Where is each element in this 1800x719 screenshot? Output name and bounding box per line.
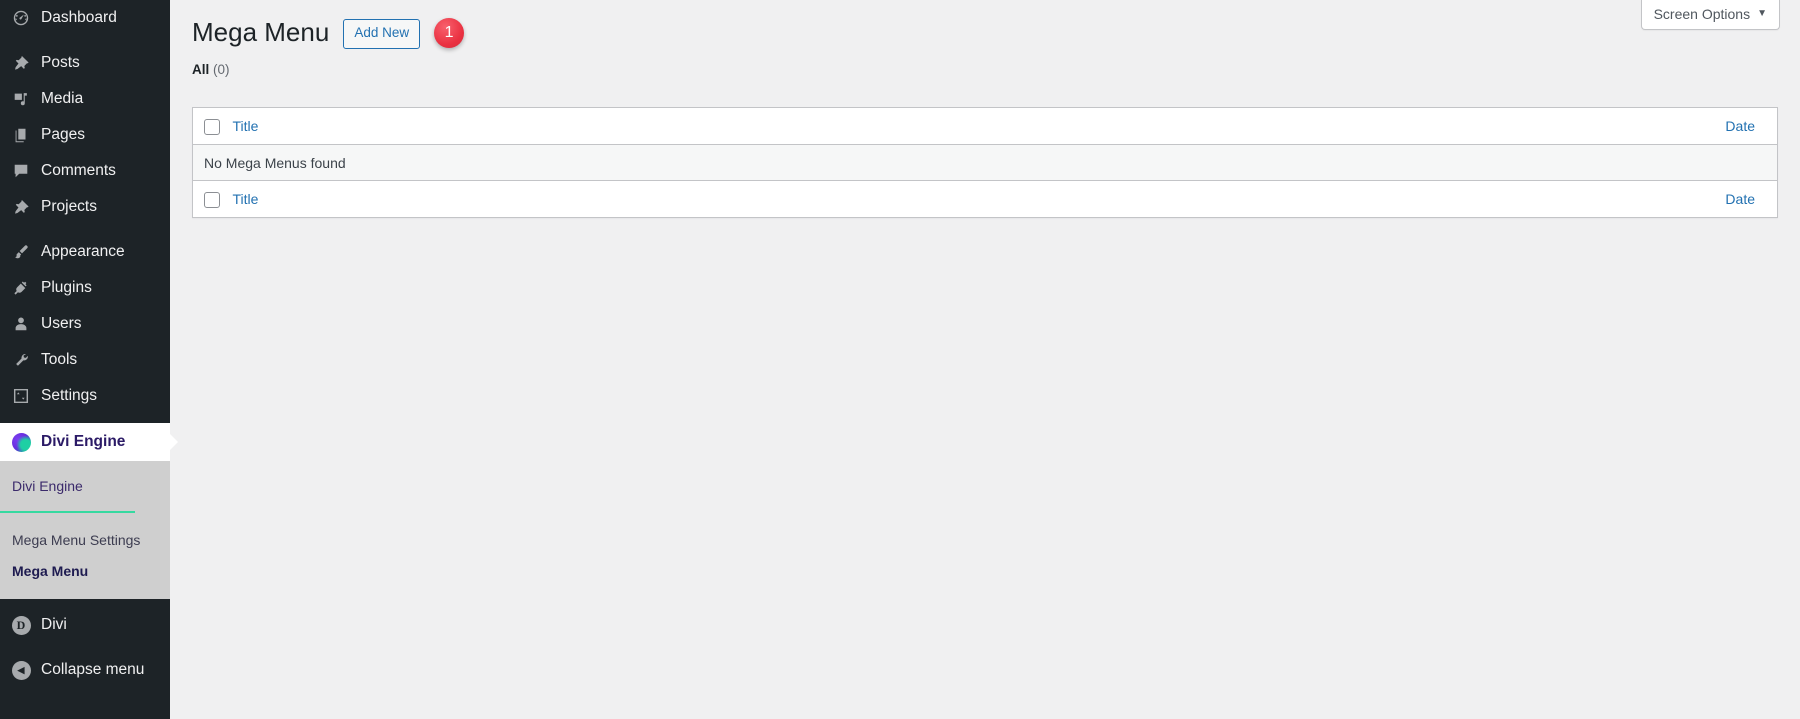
page-title: Mega Menu [192, 17, 330, 48]
table-empty-row: No Mega Menus found [192, 144, 1778, 181]
sidebar-item-comments[interactable]: Comments [0, 153, 170, 189]
sidebar-item-media[interactable]: Media [0, 81, 170, 117]
page-wrap: Mega Menu Add New 1 All (0) Title Date N… [170, 0, 1800, 218]
sidebar-item-label: Divi Engine [41, 433, 126, 451]
select-all-checkbox[interactable] [204, 118, 220, 135]
sidebar-item-divi-engine[interactable]: Divi Engine [0, 423, 178, 461]
wrench-icon [10, 349, 32, 371]
menu-gap [0, 414, 170, 423]
sidebar-item-label: Comments [41, 162, 116, 180]
menu-gap [0, 643, 170, 652]
table-footer-row: Title Date [192, 180, 1778, 218]
admin-menu-bottom: D Divi ◀ Collapse menu [0, 599, 170, 698]
sidebar-item-users[interactable]: Users [0, 306, 170, 342]
sidebar-item-label: Posts [41, 54, 80, 72]
sidebar-item-tools[interactable]: Tools [0, 342, 170, 378]
column-footer-title[interactable]: Title [230, 180, 771, 218]
sidebar-item-divi[interactable]: D Divi [0, 607, 170, 643]
submenu-item-label: Mega Menu Settings [12, 532, 141, 548]
sidebar-item-label: Users [41, 315, 82, 333]
sidebar-item-dashboard[interactable]: Dashboard [0, 0, 170, 36]
submenu-heading-label: Divi Engine [12, 478, 83, 494]
filter-all-link[interactable]: All [192, 62, 209, 77]
sidebar-item-pages[interactable]: Pages [0, 117, 170, 153]
menu-gap [0, 36, 170, 45]
status-filter-list: All (0) [192, 62, 1778, 77]
divi-circle-d-icon: D [10, 614, 32, 636]
sidebar-item-label: Divi [41, 616, 67, 634]
sidebar-item-label: Projects [41, 198, 97, 216]
sidebar-item-posts[interactable]: Posts [0, 45, 170, 81]
pin-icon [10, 196, 32, 218]
sidebar-item-label: Plugins [41, 279, 92, 297]
pin-icon [10, 52, 32, 74]
sidebar-item-settings[interactable]: Settings [0, 378, 170, 414]
pages-icon [10, 124, 32, 146]
sidebar-item-label: Dashboard [41, 9, 117, 27]
brush-icon [10, 241, 32, 263]
divi-circle-d-glyph: D [11, 615, 31, 635]
submenu-divider [0, 511, 135, 513]
collapse-arrow-glyph: ◀ [11, 660, 31, 680]
content-area: Screen Options ▼ Mega Menu Add New 1 All… [170, 0, 1800, 719]
select-all-footer-header [192, 180, 231, 218]
table-foot: Title Date [192, 180, 1778, 218]
column-footer-date[interactable]: Date [770, 180, 1778, 218]
mega-menu-list-table: Title Date No Mega Menus found Title Dat… [192, 107, 1778, 218]
sidebar-item-plugins[interactable]: Plugins [0, 270, 170, 306]
admin-menu: Dashboard Posts Media Pages Comments Pro… [0, 0, 178, 461]
column-header-title[interactable]: Title [230, 107, 771, 145]
column-header-title-link[interactable]: Title [233, 118, 259, 134]
sidebar-item-label: Settings [41, 387, 98, 405]
collapse-menu-button[interactable]: ◀ Collapse menu [0, 652, 170, 688]
column-header-date-link[interactable]: Date [1725, 118, 1755, 134]
sidebar-item-projects[interactable]: Projects [0, 189, 170, 225]
submenu-item-mega-menu-settings[interactable]: Mega Menu Settings [0, 525, 170, 556]
sidebar-item-label: Pages [41, 126, 85, 144]
filter-all[interactable]: All (0) [192, 62, 230, 77]
divi-engine-blob-icon [10, 431, 32, 453]
dashboard-icon [10, 7, 32, 29]
sidebar-item-label: Tools [41, 351, 78, 369]
column-footer-date-link[interactable]: Date [1725, 191, 1755, 207]
divi-engine-submenu: Divi Engine Mega Menu Settings Mega Menu [0, 461, 170, 599]
user-icon [10, 313, 32, 335]
sidebar-item-appearance[interactable]: Appearance [0, 234, 170, 270]
table-head: Title Date [192, 107, 1778, 145]
filter-all-count: (0) [213, 62, 230, 77]
select-all-checkbox-footer[interactable] [204, 191, 220, 208]
screen-meta-links: Screen Options ▼ [1640, 0, 1780, 30]
table-empty-message: No Mega Menus found [192, 144, 1778, 181]
sidebar-item-label: Appearance [41, 243, 125, 261]
collapse-arrow-icon: ◀ [10, 659, 32, 681]
sidebar-item-label: Media [41, 90, 84, 108]
submenu-heading-divi-engine[interactable]: Divi Engine [0, 471, 170, 507]
submenu-item-mega-menu[interactable]: Mega Menu [0, 556, 170, 587]
plug-icon [10, 277, 32, 299]
add-new-button[interactable]: Add New [343, 19, 421, 49]
page-header: Mega Menu Add New 1 [192, 12, 1778, 54]
chevron-down-icon: ▼ [1757, 8, 1767, 19]
select-all-header [192, 107, 231, 145]
media-icon [10, 88, 32, 110]
collapse-menu-label: Collapse menu [41, 661, 145, 679]
wp-admin-screen: Dashboard Posts Media Pages Comments Pro… [0, 0, 1800, 719]
sliders-icon [10, 385, 32, 407]
step-badge-1: 1 [434, 18, 465, 48]
screen-options-label: Screen Options [1653, 6, 1751, 22]
admin-sidebar: Dashboard Posts Media Pages Comments Pro… [0, 0, 178, 719]
table-header-row: Title Date [192, 107, 1778, 145]
table-body: No Mega Menus found [192, 144, 1778, 181]
column-header-date[interactable]: Date [770, 107, 1778, 145]
comment-icon [10, 160, 32, 182]
submenu-item-label: Mega Menu [12, 563, 89, 579]
column-footer-title-link[interactable]: Title [233, 191, 259, 207]
screen-options-button[interactable]: Screen Options ▼ [1640, 0, 1780, 30]
menu-gap [0, 225, 170, 234]
